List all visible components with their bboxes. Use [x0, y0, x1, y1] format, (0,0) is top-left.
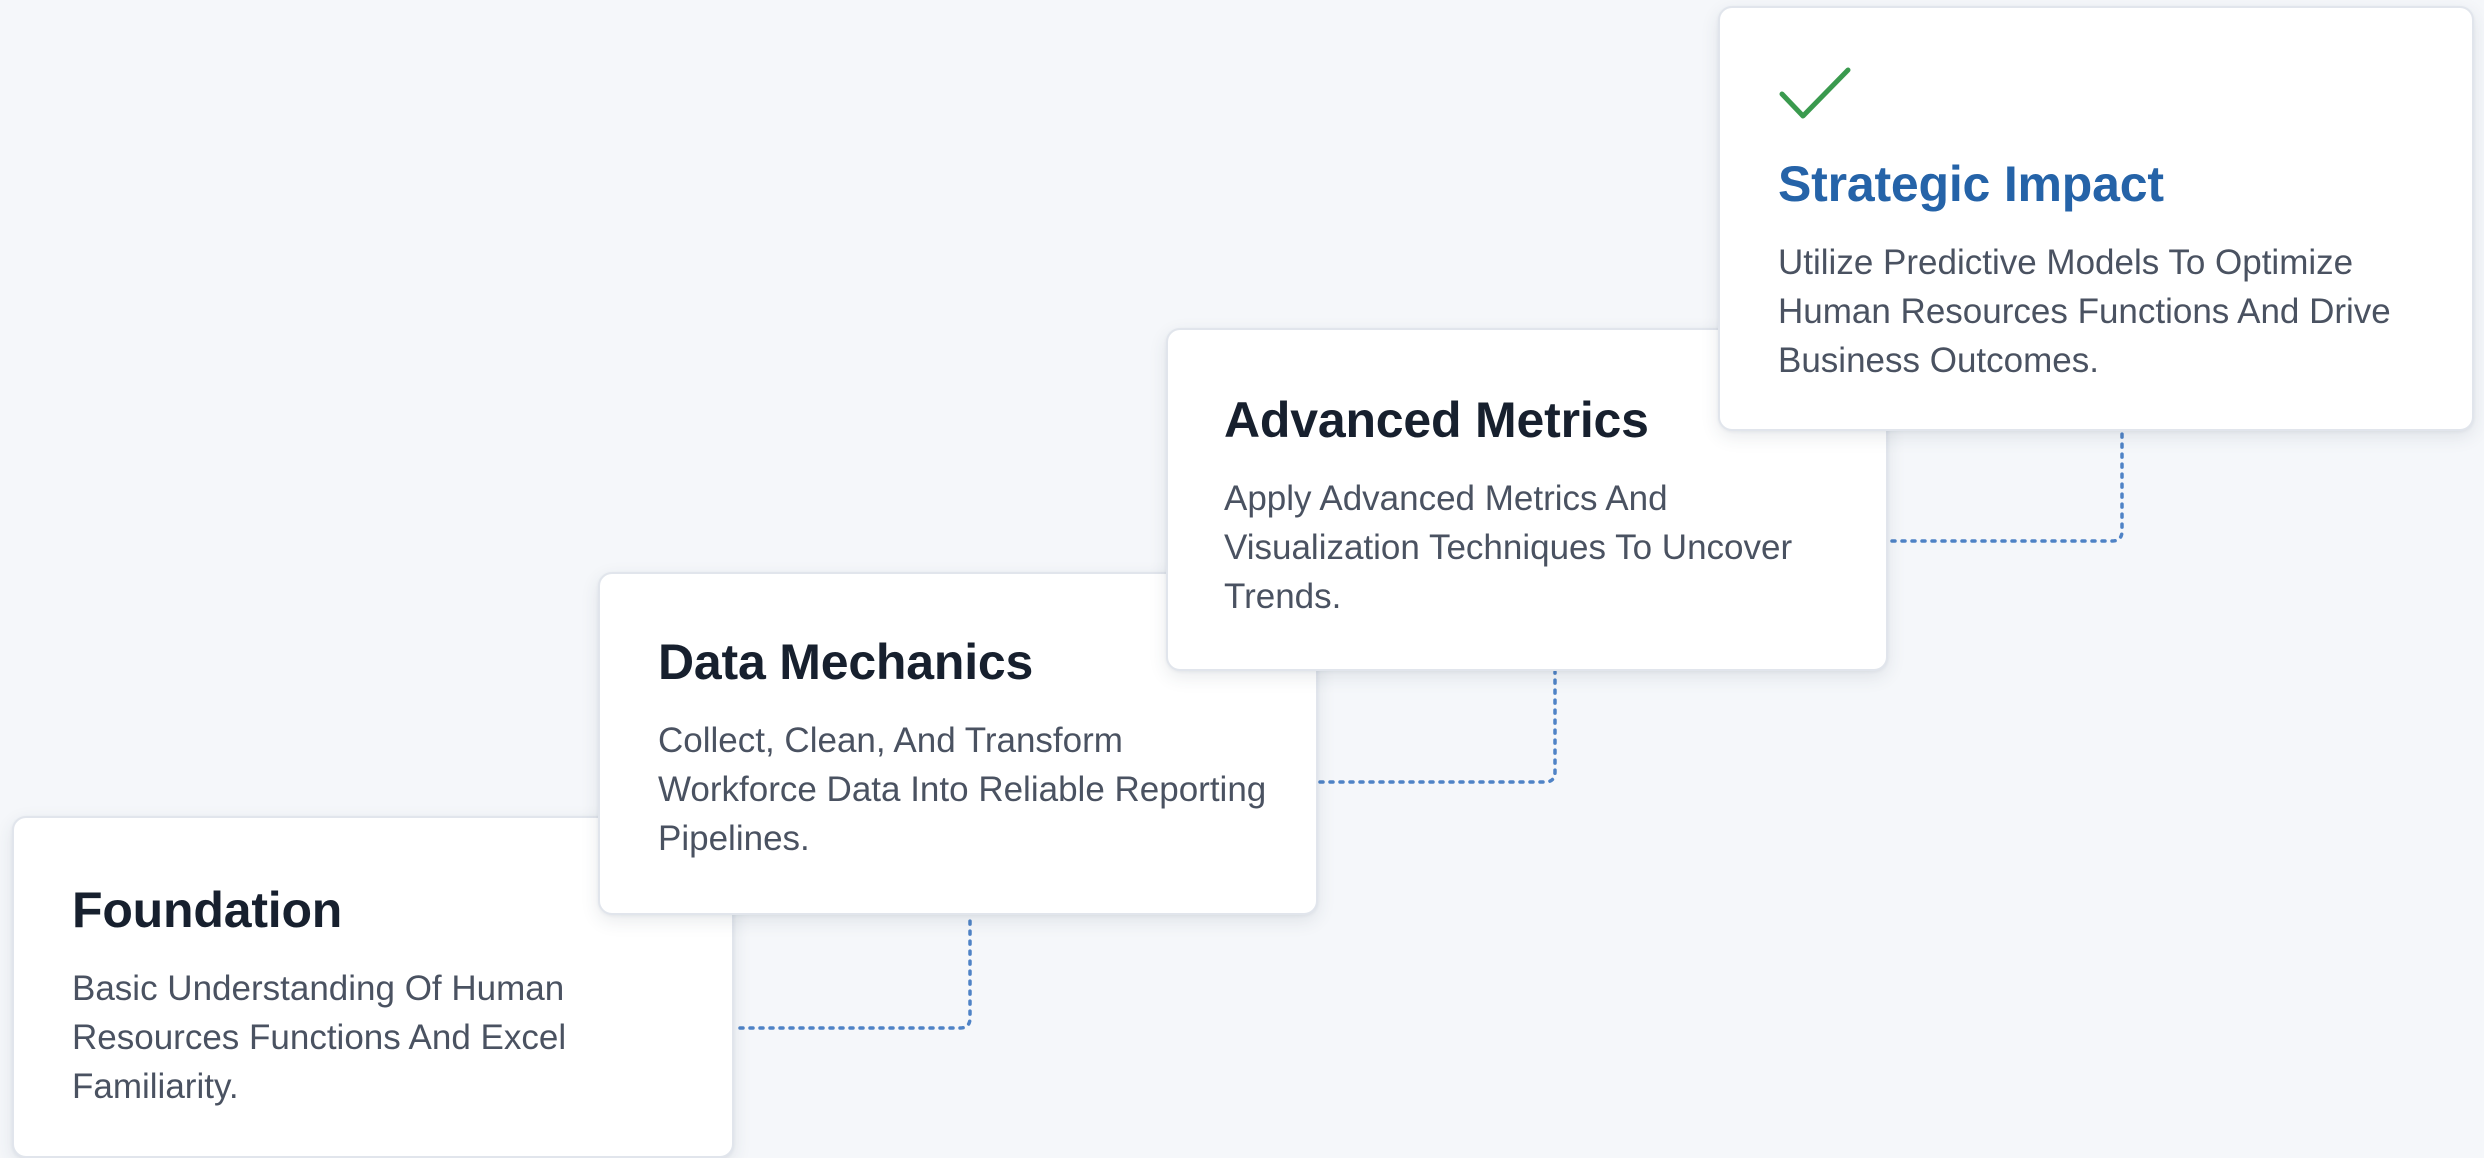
step-card-strategic-impact: Strategic Impact Utilize Predictive Mode…	[1718, 6, 2474, 431]
step-description: Collect, Clean, And Transform Workforce …	[658, 721, 1267, 858]
step-description: Apply Advanced Metrics And Visualization…	[1224, 479, 1793, 616]
checkmark-icon	[1779, 67, 1851, 119]
connector-foundation-to-data-mechanics	[738, 914, 972, 1030]
step-title: Strategic Impact	[1778, 156, 2164, 212]
connector-advanced-metrics-to-strategic-impact	[1890, 430, 2124, 543]
step-description: Basic Understanding Of Human Resources F…	[72, 969, 567, 1106]
connector-data-mechanics-to-advanced-metrics	[1318, 670, 1557, 784]
step-description: Utilize Predictive Models To Optimize Hu…	[1778, 243, 2391, 380]
step-diagram: Foundation Basic Understanding Of Human …	[0, 0, 2484, 1158]
